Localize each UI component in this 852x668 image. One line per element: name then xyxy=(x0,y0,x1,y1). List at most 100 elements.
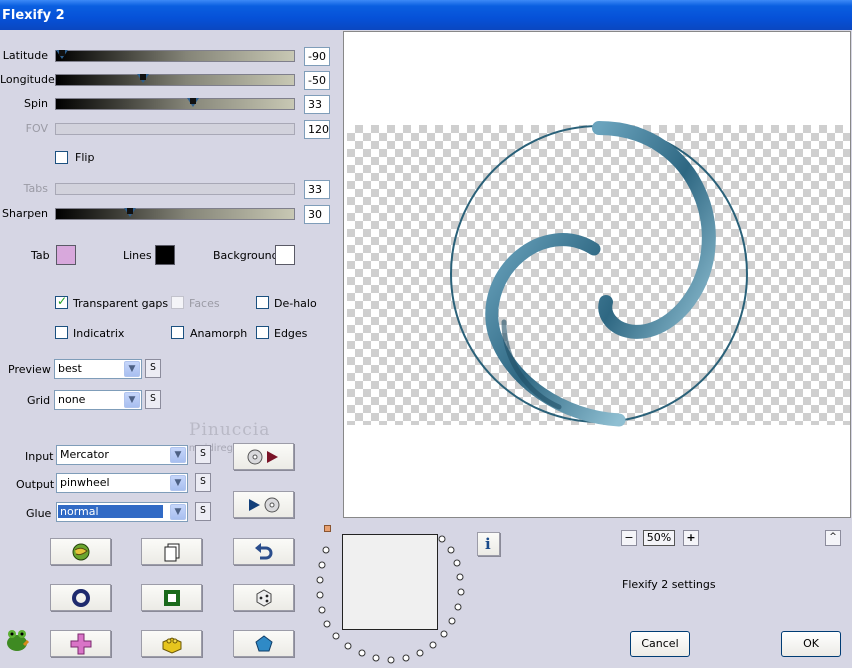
brick-icon xyxy=(162,636,181,654)
title-bar: Flexify 2 xyxy=(0,0,852,30)
preview-canvas[interactable] xyxy=(343,31,851,518)
check-mark-icon: ✓ xyxy=(57,294,68,308)
fov-label: FOV xyxy=(25,122,48,135)
spin-label: Spin xyxy=(24,97,48,110)
latitude-slider-track[interactable] xyxy=(55,50,295,62)
pinwheel-swirl-image xyxy=(450,121,748,427)
thumbnail-preview xyxy=(342,534,438,630)
transparent-gaps-label: Transparent gaps xyxy=(73,297,169,310)
pentagon-icon xyxy=(254,634,273,651)
sharpen-label: Sharpen xyxy=(2,207,48,220)
longitude-label: Longitude xyxy=(0,73,55,86)
frog-logo-icon xyxy=(7,630,30,651)
input-to-output-button[interactable] xyxy=(233,443,294,470)
preview-select-value: best xyxy=(58,362,82,375)
sharpen-slider-track[interactable] xyxy=(55,208,295,220)
tab-color-label: Tab xyxy=(31,249,50,262)
de-halo-label: De-halo xyxy=(274,297,317,310)
pages-icon xyxy=(164,543,179,561)
brick-button[interactable] xyxy=(141,630,202,657)
frame-icon xyxy=(163,589,180,606)
cancel-button[interactable]: Cancel xyxy=(630,631,690,657)
latitude-value-field[interactable]: -90 xyxy=(304,47,330,66)
cross-shape-icon xyxy=(70,633,91,654)
zoom-in-button[interactable]: + xyxy=(683,530,699,546)
input-select-value: Mercator xyxy=(60,448,109,461)
anamorph-checkbox[interactable] xyxy=(171,326,184,339)
glue-label: Glue xyxy=(26,507,52,520)
chevron-down-icon[interactable]: ▼ xyxy=(170,447,186,463)
preview-label: Preview xyxy=(8,363,51,376)
preview-select[interactable]: best ▼ xyxy=(54,359,142,379)
pentagon-button[interactable] xyxy=(233,630,294,657)
longitude-value-field[interactable]: -50 xyxy=(304,71,330,90)
latitude-slider-thumb[interactable] xyxy=(56,50,68,62)
flip-checkbox[interactable] xyxy=(55,151,68,164)
grid-select-value: none xyxy=(58,393,86,406)
tabs-value-field: 33 xyxy=(304,180,330,199)
glue-save-button[interactable]: S xyxy=(195,502,211,521)
input-select[interactable]: Mercator ▼ xyxy=(56,445,188,465)
output-to-input-button[interactable] xyxy=(233,491,294,518)
zoom-out-button[interactable]: − xyxy=(621,530,637,546)
longitude-slider-track[interactable] xyxy=(55,74,295,86)
flip-label: Flip xyxy=(75,151,95,164)
glue-select[interactable]: normal ▼ xyxy=(56,502,188,522)
cross-button[interactable] xyxy=(50,630,111,657)
info-button[interactable]: i xyxy=(477,532,500,556)
grid-save-button[interactable]: S xyxy=(145,390,161,409)
chevron-down-icon[interactable]: ▼ xyxy=(170,504,186,520)
spin-value-field[interactable]: 33 xyxy=(304,95,330,114)
background-color-label: Background xyxy=(213,249,279,262)
longitude-slider-thumb[interactable] xyxy=(137,74,149,86)
latitude-label: Latitude xyxy=(2,49,48,62)
ring-icon xyxy=(71,588,90,607)
faces-checkbox xyxy=(171,296,184,309)
tabs-label: Tabs xyxy=(23,182,48,195)
frame-button[interactable] xyxy=(141,584,202,611)
zoom-level: 50% xyxy=(643,530,675,546)
chevron-down-icon[interactable]: ▼ xyxy=(124,392,140,408)
randomize-button[interactable] xyxy=(50,538,111,565)
info-icon: i xyxy=(485,535,491,553)
faces-label: Faces xyxy=(189,297,220,310)
background-color-swatch[interactable] xyxy=(275,245,295,265)
ok-button[interactable]: OK xyxy=(781,631,841,657)
glue-select-value: normal xyxy=(58,505,163,518)
indicatrix-checkbox[interactable] xyxy=(55,326,68,339)
output-label: Output xyxy=(16,478,55,491)
chevron-down-icon[interactable]: ▼ xyxy=(124,361,140,377)
dice-button[interactable] xyxy=(233,584,294,611)
window-title: Flexify 2 xyxy=(2,8,65,23)
tab-color-swatch[interactable] xyxy=(56,245,76,265)
chevron-down-icon[interactable]: ▼ xyxy=(170,475,186,491)
edges-checkbox[interactable] xyxy=(256,326,269,339)
grid-select[interactable]: none ▼ xyxy=(54,390,142,410)
play-to-disc-icon xyxy=(248,497,279,512)
globe-icon xyxy=(72,543,89,560)
transparent-gaps-checkbox[interactable]: ✓ xyxy=(55,294,68,309)
sharpen-slider-thumb[interactable] xyxy=(124,208,136,220)
sharpen-value-field[interactable]: 30 xyxy=(304,205,330,224)
indicatrix-label: Indicatrix xyxy=(73,327,125,340)
settings-name-label: Flexify 2 settings xyxy=(622,578,716,591)
copy-button[interactable] xyxy=(141,538,202,565)
undo-button[interactable] xyxy=(233,538,294,565)
grid-label: Grid xyxy=(27,394,51,407)
lines-color-swatch[interactable] xyxy=(155,245,175,265)
output-select[interactable]: pinwheel ▼ xyxy=(56,473,188,493)
undo-arrow-icon xyxy=(254,542,272,559)
output-select-value: pinwheel xyxy=(60,476,110,489)
tabs-slider-track xyxy=(55,183,295,195)
de-halo-checkbox[interactable] xyxy=(256,296,269,309)
fov-slider-track xyxy=(55,123,295,135)
edges-label: Edges xyxy=(274,327,308,340)
spin-slider-thumb[interactable] xyxy=(187,98,199,110)
output-save-button[interactable]: S xyxy=(195,473,211,492)
collapse-up-button[interactable]: ^ xyxy=(825,530,841,546)
spin-slider-track[interactable] xyxy=(55,98,295,110)
preview-save-button[interactable]: S xyxy=(145,359,161,378)
ring-button[interactable] xyxy=(50,584,111,611)
input-save-button[interactable]: S xyxy=(195,445,211,464)
fov-value-field: 120 xyxy=(304,120,330,139)
